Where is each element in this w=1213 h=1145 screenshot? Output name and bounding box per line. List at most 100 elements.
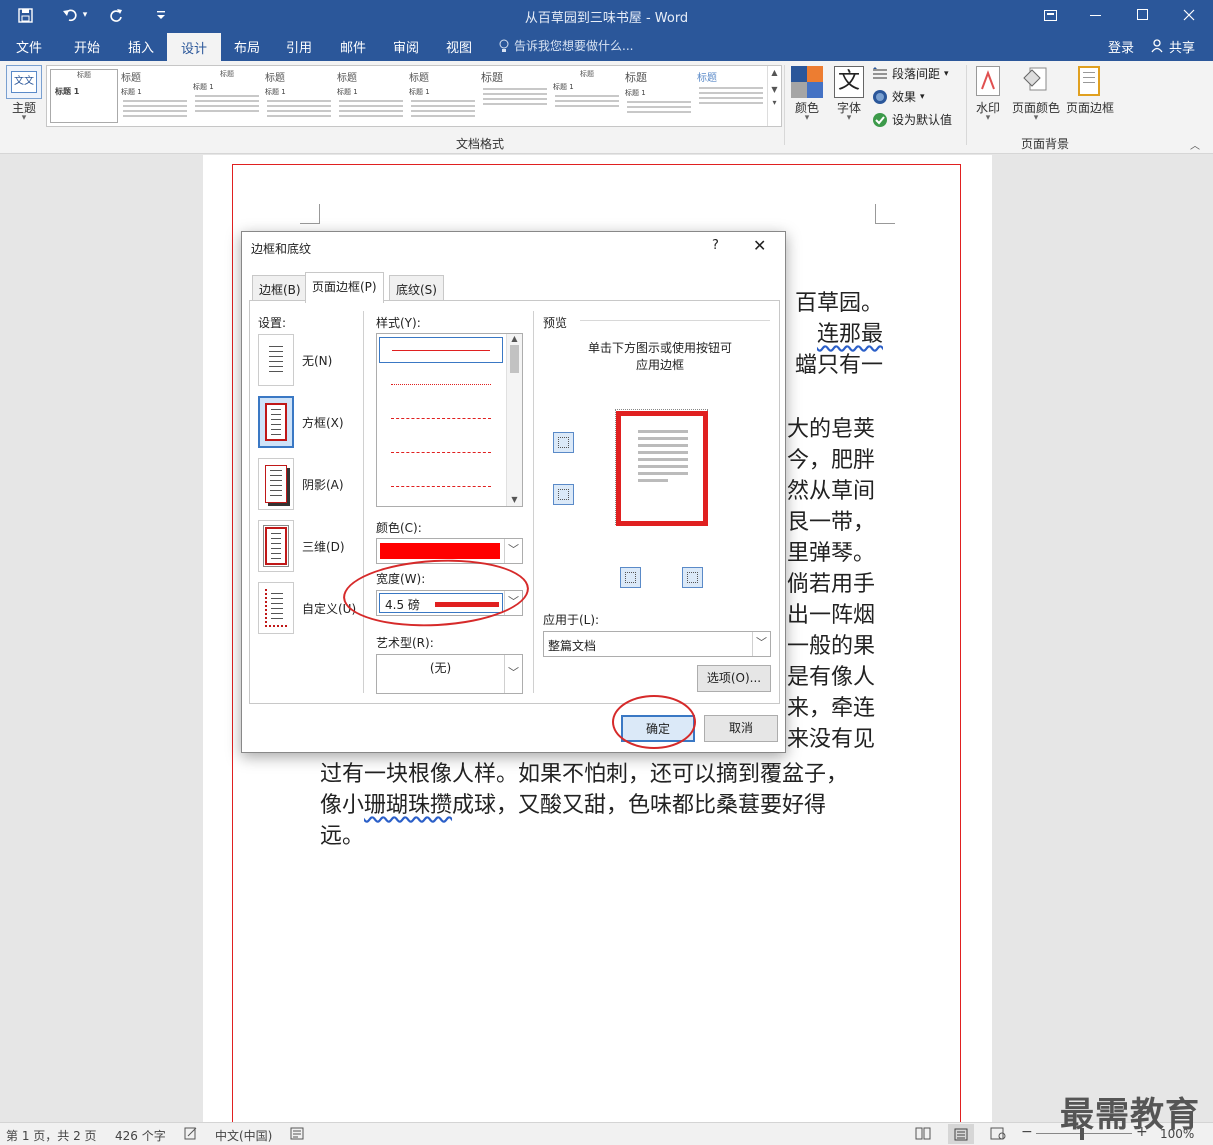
tab-page-border[interactable]: 页面边框(P)	[305, 272, 384, 303]
page-3d-icon	[263, 525, 289, 567]
set-default-button[interactable]: 设为默认值	[872, 111, 952, 128]
style-scrollbar[interactable]: ▲ ▼	[506, 334, 522, 506]
fonts-dropdown-icon[interactable]: ▾	[830, 113, 868, 123]
crop-mark	[300, 204, 320, 224]
tab-review[interactable]: 审阅	[393, 37, 419, 56]
proofing-icon[interactable]	[184, 1127, 198, 1143]
colors-icon[interactable]	[791, 66, 823, 98]
setting-shadow-button[interactable]	[258, 458, 294, 510]
apply-to-select[interactable]: 整篇文档 ﹀	[543, 631, 771, 657]
dialog-title: 边框和底纹	[251, 242, 312, 256]
setting-none-button[interactable]	[258, 334, 294, 386]
maximize-icon[interactable]	[1128, 4, 1158, 26]
themes-button[interactable]: 文文	[6, 65, 42, 99]
setting-custom-button[interactable]	[258, 582, 294, 634]
setting-shadow-label: 阴影(A)	[302, 478, 344, 492]
effects-icon	[873, 89, 887, 104]
left-border-toggle[interactable]	[620, 567, 641, 588]
style-list[interactable]: ▲ ▼	[376, 333, 523, 507]
watermark-text: 最需教育	[1060, 1095, 1200, 1135]
art-select[interactable]: (无) ﹀	[376, 654, 523, 694]
tab-references[interactable]: 引用	[286, 37, 312, 56]
tab-layout[interactable]: 布局	[234, 37, 260, 56]
page-color-icon[interactable]	[1022, 66, 1050, 96]
style-set-item[interactable]: 标题 标题 1	[265, 69, 333, 123]
page-borders-label[interactable]: 页面边框	[1062, 99, 1118, 116]
paragraph-spacing-button[interactable]: 段落间距 ▾	[872, 65, 949, 82]
top-border-toggle[interactable]	[553, 432, 574, 453]
tab-home[interactable]: 开始	[74, 37, 100, 56]
tab-file[interactable]: 文件	[16, 37, 42, 56]
scroll-up-icon[interactable]: ▲	[507, 334, 522, 343]
fonts-icon[interactable]: 文	[834, 66, 864, 98]
word-count[interactable]: 426 个字	[115, 1127, 166, 1144]
cancel-button[interactable]: 取消	[704, 715, 778, 742]
style-solid-item[interactable]	[379, 337, 503, 363]
gallery-scrollbar[interactable]: ▲ ▼ ▾	[767, 66, 781, 126]
page-borders-icon[interactable]	[1078, 66, 1100, 96]
gallery-more-icon[interactable]: ▾	[768, 98, 781, 107]
style-dotted-item[interactable]	[391, 384, 491, 385]
macro-icon[interactable]	[290, 1127, 304, 1143]
close-icon[interactable]: ✕	[753, 236, 766, 255]
ribbon: 文文 主题 ▾ 标题 标题 1 标题 标题 1 标题 标题 1 标题 标题 1 …	[0, 61, 1213, 154]
read-mode-icon[interactable]	[915, 1127, 931, 1143]
print-layout-icon[interactable]	[948, 1124, 974, 1144]
setting-box-button[interactable]	[258, 396, 294, 448]
page-color-dropdown-icon[interactable]: ▾	[1008, 113, 1064, 123]
themes-dropdown-icon[interactable]: ▾	[6, 113, 42, 123]
style-set-item[interactable]: 标题 标题 1	[409, 69, 477, 123]
style-set-item[interactable]: 标题	[481, 69, 549, 123]
zoom-out-icon[interactable]: −	[1021, 1124, 1033, 1140]
style-set-item[interactable]: 标题 标题 1	[553, 69, 621, 123]
watermark-icon[interactable]	[976, 66, 1000, 96]
style-dash-dot-item[interactable]	[391, 486, 491, 487]
effects-button[interactable]: 效果 ▾	[872, 88, 925, 105]
scroll-thumb[interactable]	[510, 345, 519, 373]
options-button[interactable]: 选项(O)...	[697, 665, 771, 692]
art-label: 艺术型(R):	[376, 636, 434, 650]
style-set-item[interactable]: 标题 标题 1	[121, 69, 189, 123]
scroll-down-icon[interactable]: ▼	[768, 85, 781, 94]
watermark-dropdown-icon[interactable]: ▾	[970, 113, 1006, 123]
apply-to-value: 整篇文档	[548, 639, 597, 653]
tell-me-box[interactable]: 告诉我您想要做什么...	[498, 37, 633, 54]
style-dashed-item[interactable]	[391, 418, 491, 419]
text-line: 连那最	[816, 322, 883, 347]
tab-shading[interactable]: 底纹(S)	[389, 275, 444, 301]
ribbon-display-icon[interactable]	[1035, 4, 1065, 26]
setting-3d-button[interactable]	[258, 520, 294, 572]
settings-label: 设置:	[258, 316, 287, 330]
preview-page[interactable]	[616, 411, 708, 526]
bottom-border-toggle[interactable]	[553, 484, 574, 505]
tab-view[interactable]: 视图	[446, 37, 472, 56]
help-icon[interactable]: ?	[712, 238, 719, 253]
web-layout-icon[interactable]	[990, 1127, 1006, 1143]
scroll-down-icon[interactable]: ▼	[507, 495, 522, 504]
language[interactable]: 中文(中国)	[215, 1127, 272, 1144]
style-set-item[interactable]: 标题 标题 1	[337, 69, 405, 123]
tab-mailings[interactable]: 邮件	[340, 37, 366, 56]
tab-insert[interactable]: 插入	[128, 37, 154, 56]
chevron-down-icon: ﹀	[752, 632, 770, 656]
page-border-panel: 设置: 无(N) 方框(X) 阴影(A) 三维(D) 自定义(U) 样式(Y):…	[249, 300, 780, 704]
scroll-up-icon[interactable]: ▲	[768, 68, 781, 77]
tab-borders[interactable]: 边框(B)	[252, 275, 308, 301]
style-set-item[interactable]: 标题 标题 1	[625, 69, 693, 123]
signin-link[interactable]: 登录	[1108, 37, 1134, 56]
style-set-item[interactable]: 标题 标题 1	[50, 69, 118, 123]
right-border-toggle[interactable]	[682, 567, 703, 588]
page-count[interactable]: 第 1 页，共 2 页	[6, 1127, 97, 1144]
text-line: 像小珊瑚珠攒成球，又酸又甜，色味都比桑葚要好得	[320, 793, 827, 818]
share-button[interactable]: 共享	[1144, 34, 1202, 58]
style-set-item[interactable]: 标题	[697, 69, 765, 123]
collapse-ribbon-icon[interactable]: ︿	[1190, 137, 1200, 152]
style-dash-long-item[interactable]	[391, 452, 491, 453]
colors-dropdown-icon[interactable]: ▾	[788, 113, 826, 123]
paragraph-right-column: 百草园。 连那最 蟷只有一	[783, 288, 883, 381]
style-set-item[interactable]: 标题 标题 1	[193, 69, 261, 123]
close-window-icon[interactable]	[1174, 4, 1204, 26]
minimize-icon[interactable]	[1081, 4, 1111, 26]
tab-design[interactable]: 设计	[167, 33, 222, 61]
text-line: 远。	[320, 824, 365, 849]
